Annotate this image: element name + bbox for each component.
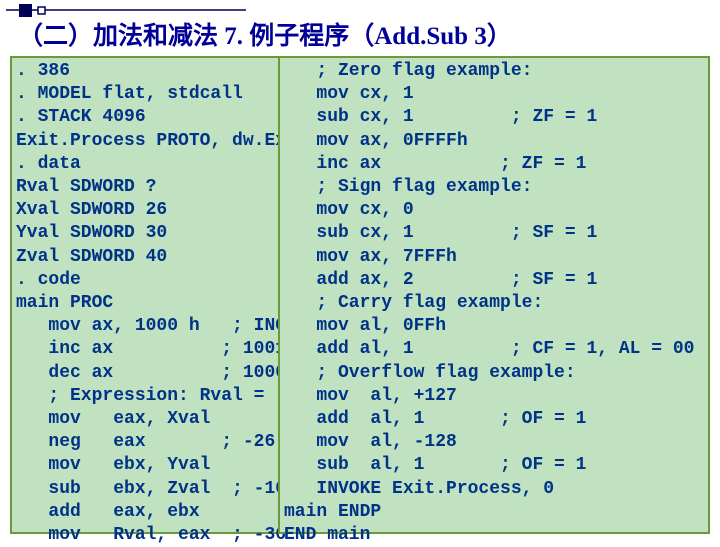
code-area: . 386 . MODEL flat, stdcall . STACK 4096…	[10, 56, 710, 536]
corner-decoration	[6, 2, 246, 20]
slide: （二）加法和减法 7. 例子程序（Add.Sub 3） . 386 . MODE…	[0, 0, 720, 540]
code-block-right: ; Zero flag example: mov cx, 1 sub cx, 1…	[278, 56, 710, 534]
slide-title: （二）加法和减法 7. 例子程序（Add.Sub 3）	[18, 16, 710, 52]
